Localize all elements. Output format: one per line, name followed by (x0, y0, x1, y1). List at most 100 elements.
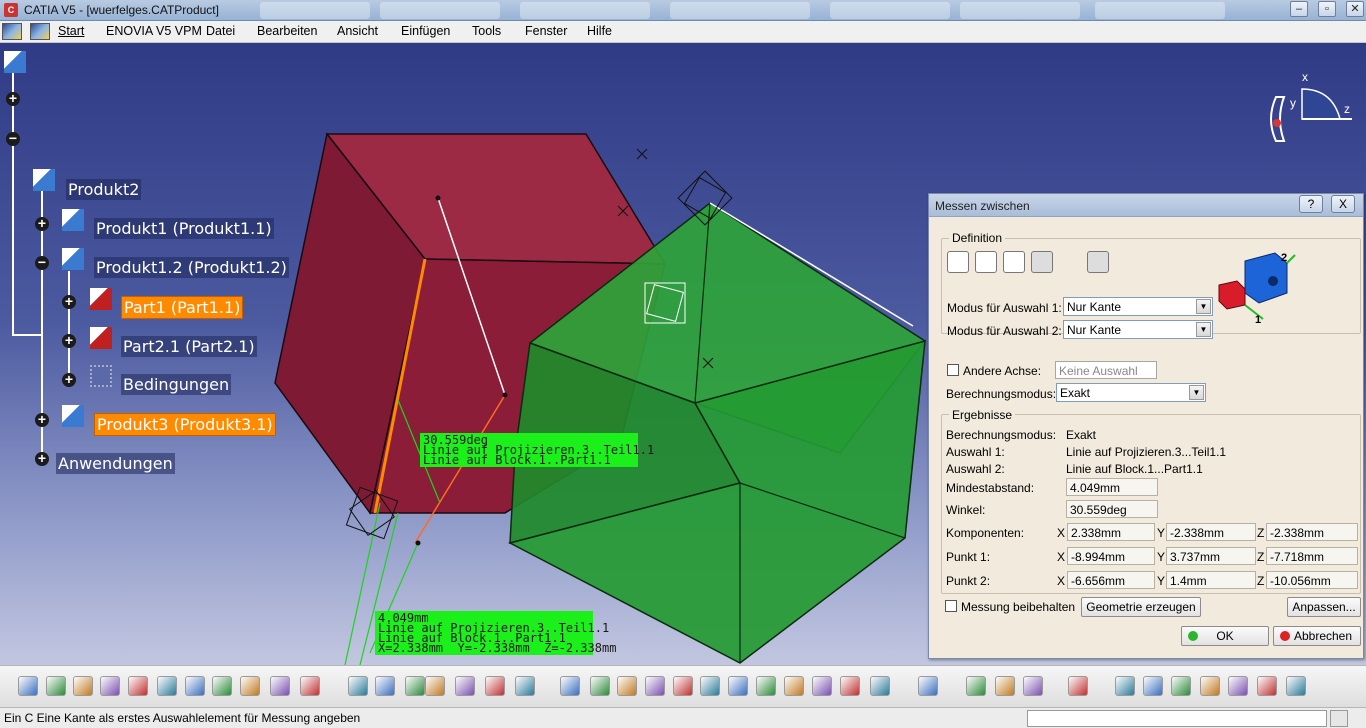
modus2-select[interactable]: Nur Kante ▼ (1063, 320, 1213, 339)
modus1-select[interactable]: Nur Kante ▼ (1063, 297, 1213, 316)
dialog-close-button[interactable]: X (1331, 195, 1355, 213)
fly-icon[interactable] (560, 676, 580, 696)
measure-chain-icon[interactable] (975, 251, 997, 273)
fit-all-icon[interactable] (590, 676, 610, 696)
chevron-down-icon[interactable]: ▼ (1196, 299, 1211, 314)
expand-icon[interactable]: + (35, 412, 49, 427)
tree-node-produkt2[interactable]: Produkt2 (66, 179, 142, 200)
paste-icon[interactable] (212, 676, 232, 696)
menu-tools[interactable]: Tools (472, 24, 501, 38)
tree-node-part1[interactable]: Part1 (Part1.1) (121, 296, 244, 319)
expand-icon[interactable]: + (62, 372, 76, 387)
camera-icon[interactable] (1068, 676, 1088, 696)
root-gear-icon[interactable] (4, 51, 26, 73)
part-icon[interactable] (90, 288, 112, 310)
tree-node-produkt3[interactable]: Produkt3 (Produkt3.1) (94, 413, 276, 436)
berechnungsmodus-select[interactable]: Exakt ▼ (1056, 383, 1206, 402)
menu-fenster[interactable]: Fenster (525, 24, 567, 38)
swap-icon[interactable] (918, 676, 938, 696)
menu-start[interactable]: Start (58, 24, 84, 38)
render-icon[interactable] (840, 676, 860, 696)
link-icon[interactable] (405, 676, 425, 696)
measure-between-icon[interactable] (966, 676, 986, 696)
part-icon[interactable] (90, 327, 112, 349)
expand-icon[interactable]: + (6, 91, 20, 106)
product-icon[interactable] (62, 248, 84, 270)
inertia-icon[interactable] (1023, 676, 1043, 696)
product-icon[interactable] (62, 209, 84, 231)
pan-icon[interactable] (617, 676, 637, 696)
new-document-icon[interactable] (18, 676, 38, 696)
rotate-icon[interactable] (645, 676, 665, 696)
undo-icon[interactable] (240, 676, 260, 696)
iso-view-icon[interactable] (784, 676, 804, 696)
angle-annotation[interactable]: 30.559deg Linie auf Projizieren.3..Teil1… (420, 433, 654, 467)
command-input[interactable] (1027, 710, 1327, 727)
restore-button[interactable]: ▫ (1318, 1, 1336, 17)
distance-annotation[interactable]: 4.049mm Linie auf Projizieren.3..Teil1.1… (375, 611, 616, 655)
redo-icon[interactable] (270, 676, 290, 696)
snap-icon[interactable] (1257, 676, 1277, 696)
abbrechen-button[interactable]: Abbrechen (1273, 626, 1361, 646)
expand-icon[interactable]: + (62, 333, 76, 348)
dialog-titlebar[interactable]: Messen zwischen ? X (929, 194, 1363, 217)
status-button[interactable] (1330, 710, 1348, 727)
measure-fan-icon[interactable] (1003, 251, 1025, 273)
menu-ansicht[interactable]: Ansicht (337, 24, 378, 38)
messung-beibehalten-checkbox[interactable] (945, 600, 957, 612)
zoom-in-icon[interactable] (673, 676, 693, 696)
hide-show-icon[interactable] (870, 676, 890, 696)
tree-node-produkt1[interactable]: Produkt1 (Produkt1.1) (94, 218, 274, 239)
measure-item-icon[interactable] (1031, 251, 1053, 273)
measure-item-icon[interactable] (995, 676, 1015, 696)
andere-achse-checkbox[interactable] (947, 364, 959, 376)
new-icon[interactable] (46, 676, 66, 696)
collapse-icon[interactable]: − (6, 131, 20, 146)
tree-node-anwendungen[interactable]: Anwendungen (56, 453, 175, 474)
expand-icon[interactable]: + (35, 216, 49, 231)
product-icon[interactable] (62, 405, 84, 427)
expand-icon[interactable]: + (35, 451, 49, 466)
table-icon[interactable] (425, 676, 445, 696)
refresh-icon[interactable] (1115, 676, 1135, 696)
cube-icon[interactable] (1286, 676, 1306, 696)
close-button[interactable]: ✕ (1346, 1, 1364, 17)
save-icon[interactable] (100, 676, 120, 696)
tree-node-produkt1-2[interactable]: Produkt1.2 (Produkt1.2) (94, 257, 289, 278)
cut-icon[interactable] (157, 676, 177, 696)
open-icon[interactable] (73, 676, 93, 696)
menu-hilfe[interactable]: Hilfe (587, 24, 612, 38)
document-icon[interactable] (2, 23, 22, 40)
chevron-down-icon[interactable]: ▼ (1189, 385, 1204, 400)
formula-icon[interactable] (348, 676, 368, 696)
constraints-icon[interactable] (90, 365, 112, 387)
zoom-out-icon[interactable] (700, 676, 720, 696)
whats-this-icon[interactable] (300, 676, 320, 696)
expand-icon[interactable]: + (62, 294, 76, 309)
shading-icon[interactable] (812, 676, 832, 696)
menu-enovia[interactable]: ENOVIA V5 VPM (106, 24, 202, 38)
measure-inertia-icon[interactable] (1087, 251, 1109, 273)
andere-achse-input[interactable]: Keine Auswahl (1055, 361, 1157, 379)
minimize-button[interactable]: – (1290, 1, 1308, 17)
tree-node-part2-1[interactable]: Part2.1 (Part2.1) (121, 336, 257, 357)
menu-bearbeiten[interactable]: Bearbeiten (257, 24, 317, 38)
collapse-icon[interactable]: − (35, 255, 49, 270)
lock-icon[interactable] (485, 676, 505, 696)
anpassen-button[interactable]: Anpassen... (1287, 597, 1361, 617)
print-icon[interactable] (128, 676, 148, 696)
tree-view-icon[interactable] (1200, 676, 1220, 696)
normal-view-icon[interactable] (728, 676, 748, 696)
menu-einfuegen[interactable]: Einfügen (401, 24, 450, 38)
geometrie-erzeugen-button[interactable]: Geometrie erzeugen (1081, 597, 1201, 617)
menu-datei[interactable]: Datei (206, 24, 235, 38)
grid-icon[interactable] (1228, 676, 1248, 696)
compass[interactable]: x y z (1262, 69, 1360, 149)
tree-node-bedingungen[interactable]: Bedingungen (121, 374, 232, 395)
multi-view-icon[interactable] (756, 676, 776, 696)
chevron-down-icon[interactable]: ▼ (1196, 322, 1211, 337)
help-button[interactable]: ? (1299, 195, 1323, 213)
ok-button[interactable]: OK (1181, 626, 1269, 646)
comment-icon[interactable] (375, 676, 395, 696)
measure-between-icon[interactable] (947, 251, 969, 273)
